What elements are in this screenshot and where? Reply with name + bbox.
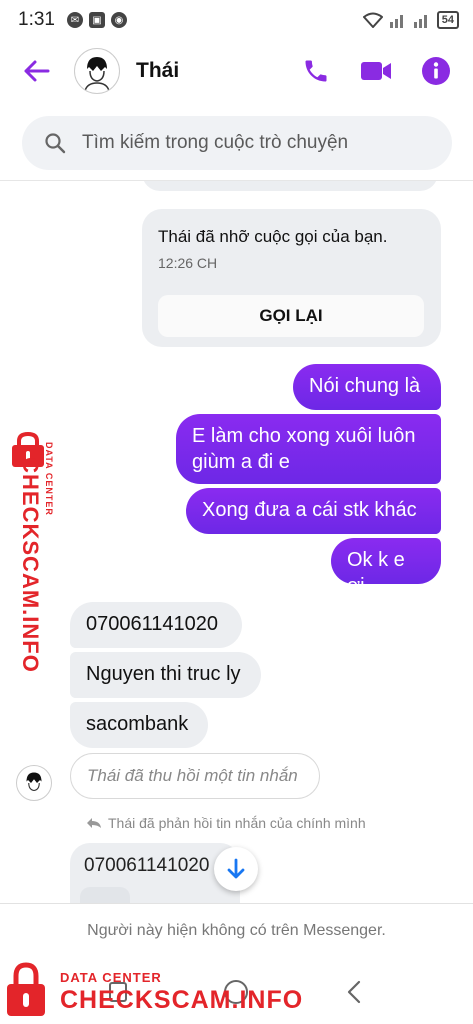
watermark-side: DATA CENTER CHECKSCAM.INFO (4, 432, 54, 673)
outgoing-message[interactable]: Xong đưa a cái stk khác (186, 488, 441, 534)
back-button[interactable] (16, 51, 56, 91)
arrow-down-icon (227, 858, 245, 879)
watermark-side-title: CHECKSCAM.INFO (18, 457, 43, 673)
app-notification-icon: ◉ (110, 12, 127, 28)
search-input[interactable] (82, 132, 422, 154)
back-arrow-icon (24, 60, 50, 82)
incoming-message[interactable]: 070061141020 (70, 602, 242, 648)
unavailable-notice: Người này hiện không có trên Messenger. (87, 922, 386, 939)
notice-divider (0, 903, 473, 904)
system-back-button[interactable] (336, 974, 372, 1010)
missed-call-text: Thái đã nhỡ cuộc gọi của bạn. (158, 227, 388, 246)
message-thread[interactable]: Thái đã nhỡ cuộc gọi của bạn. 12:26 CH G… (0, 181, 473, 903)
reply-bubble-lower (80, 887, 130, 903)
contact-avatar[interactable] (74, 48, 120, 94)
wifi-icon (362, 12, 383, 28)
info-icon (422, 57, 450, 85)
video-call-button[interactable] (359, 54, 393, 88)
outgoing-message[interactable]: E làm cho xong xuôi luôn giùm a đi e (176, 414, 441, 484)
notification-icons: ✉ ▣ ◉ (66, 12, 127, 28)
avatar-sketch-icon (84, 57, 110, 91)
avatar-sketch-icon (26, 772, 42, 792)
watermark-side-subtitle: DATA CENTER (44, 442, 54, 516)
info-button[interactable] (419, 54, 453, 88)
battery-icon: 54 (436, 11, 459, 29)
video-camera-icon (361, 62, 391, 80)
padlock-icon (7, 962, 45, 1016)
watermark-bottom: DATA CENTER CHECKSCAM.INFO (4, 962, 302, 1020)
reply-arrow-icon (87, 818, 101, 828)
phone-icon (305, 60, 327, 82)
reply-note: Thái đã phản hồi tin nhắn của chính mình (86, 815, 366, 831)
previous-bubble (142, 181, 438, 191)
contact-name[interactable]: Thái (136, 59, 179, 83)
conversation-header: Thái (0, 40, 473, 102)
outgoing-message[interactable]: Nói chung là (293, 364, 441, 410)
messenger-notification-icon: ✉ (66, 12, 83, 28)
gallery-notification-icon: ▣ (88, 12, 105, 28)
status-right: 54 (362, 11, 459, 29)
incoming-message[interactable]: Nguyen thi truc ly (70, 652, 261, 698)
incoming-message[interactable]: sacombank (70, 702, 208, 748)
reply-note-text: Thái đã phản hồi tin nhắn của chính mình (108, 815, 366, 831)
header-actions (299, 54, 453, 88)
missed-call-time: 12:26 CH (158, 255, 218, 271)
chevron-left-icon (347, 980, 361, 1004)
status-time: 1:31 (18, 9, 55, 30)
conversation-search[interactable] (22, 116, 452, 170)
signal-icon (389, 15, 403, 28)
outgoing-message[interactable]: Ok k e ơi (331, 538, 441, 597)
signal-icon-2 (413, 15, 427, 28)
voice-call-button[interactable] (299, 54, 333, 88)
status-bar: 1:31 ✉ ▣ ◉ 54 (0, 0, 473, 40)
search-icon (45, 133, 66, 154)
watermark-bottom-subtitle: DATA CENTER (60, 970, 162, 985)
sender-avatar[interactable] (16, 765, 52, 801)
call-back-button[interactable]: GỌI LẠI (158, 295, 424, 337)
missed-call-card: Thái đã nhỡ cuộc gọi của bạn. 12:26 CH G… (142, 209, 441, 347)
scroll-to-bottom-button[interactable] (214, 847, 258, 891)
recalled-message: Thái đã thu hồi một tin nhắn (70, 753, 320, 799)
watermark-bottom-title: CHECKSCAM.INFO (60, 986, 304, 1014)
